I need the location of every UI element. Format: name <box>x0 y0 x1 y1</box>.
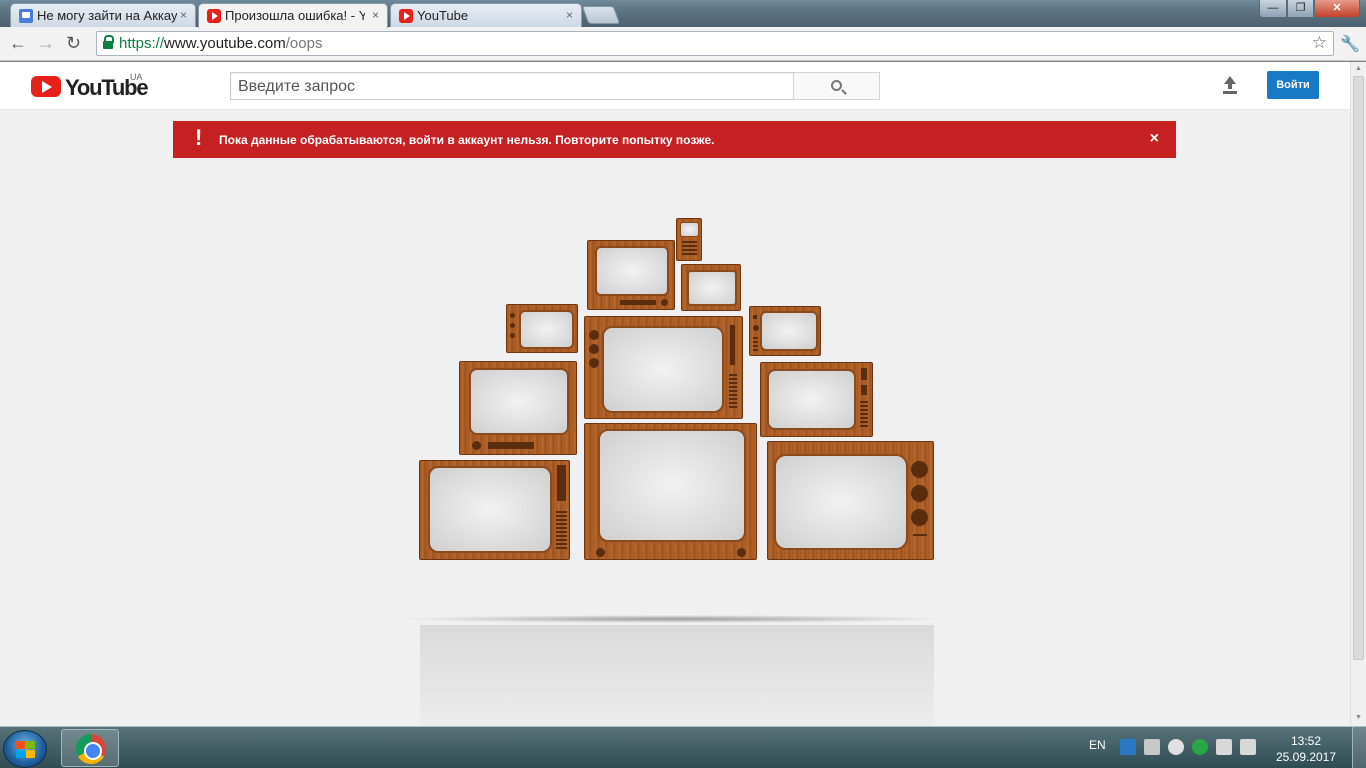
show-desktop-button[interactable] <box>1352 727 1366 768</box>
new-tab-button[interactable] <box>581 6 621 24</box>
taskbar-chrome-button[interactable] <box>61 729 119 767</box>
scrollbar-thumb[interactable] <box>1353 76 1364 660</box>
youtube-icon <box>399 9 413 23</box>
tab-help-forum[interactable]: Не могу зайти на Аккаун × <box>10 3 196 27</box>
forward-button[interactable]: → <box>37 33 55 53</box>
wrench-menu-icon[interactable]: 🔧 <box>1340 34 1360 54</box>
tv-illustration <box>767 441 934 560</box>
tv-illustration <box>749 306 821 356</box>
scroll-up-icon[interactable]: ▲ <box>1355 65 1362 72</box>
clock-date: 25.09.2017 <box>1275 750 1337 764</box>
search-button[interactable] <box>793 72 880 100</box>
volume-icon[interactable] <box>1240 739 1256 755</box>
tab-error-page[interactable]: Произошла ошибка! - You × <box>198 3 388 28</box>
country-code: UA <box>130 72 143 82</box>
tv-illustration <box>760 362 873 437</box>
youtube-play-icon <box>31 76 61 97</box>
close-window-button[interactable]: ✕ <box>1314 0 1360 18</box>
tab-youtube[interactable]: YouTube × <box>390 3 582 27</box>
tab-label: Не могу зайти на Аккаун <box>37 8 177 23</box>
alert-icon: ! <box>195 125 203 150</box>
page-content: YouTube UA Введите запрос Войти ! Пока д… <box>0 62 1350 726</box>
tab-label: Произошла ошибка! - You <box>225 8 365 23</box>
chrome-icon <box>76 734 106 764</box>
bookmark-star-icon[interactable]: ☆ <box>1312 33 1327 53</box>
browser-toolbar: ← → ↻ https://www.youtube.com/oops ☆ 🔧 <box>0 27 1366 61</box>
alert-message: Пока данные обрабатываются, войти в акка… <box>219 133 715 147</box>
youtube-icon <box>207 9 221 23</box>
tv-illustration <box>506 304 578 353</box>
tab-label: YouTube <box>417 8 469 23</box>
tv-illustration <box>681 264 741 311</box>
tv-illustration <box>459 361 577 455</box>
youtube-header: YouTube UA Введите запрос Войти <box>0 62 1350 110</box>
error-alert: ! Пока данные обрабатываются, войти в ак… <box>173 121 1176 158</box>
tv-illustration <box>676 218 702 261</box>
tab-close-icon[interactable]: × <box>372 8 379 22</box>
maximize-button[interactable]: ❐ <box>1287 0 1314 18</box>
language-indicator[interactable]: EN <box>1089 738 1106 752</box>
signin-button[interactable]: Войти <box>1267 71 1319 99</box>
url-host: www.youtube.com <box>164 35 286 52</box>
start-button[interactable] <box>3 730 47 768</box>
tab-close-icon[interactable]: × <box>180 8 187 22</box>
search-input[interactable]: Введите запрос <box>230 72 794 100</box>
tray-app-icon[interactable] <box>1192 739 1208 755</box>
tv-shadow <box>400 615 950 623</box>
search-icon <box>831 80 842 91</box>
tv-illustration <box>584 423 757 560</box>
reload-button[interactable]: ↻ <box>66 33 81 53</box>
clock-time: 13:52 <box>1290 734 1322 748</box>
windows-taskbar <box>0 726 1366 768</box>
browser-titlebar: Не могу зайти на Аккаун × Произошла ошиб… <box>0 0 1366 28</box>
tray-app-icon[interactable] <box>1144 739 1160 755</box>
tv-illustration <box>584 316 743 419</box>
windows-logo-icon <box>16 741 36 758</box>
address-bar[interactable]: https://www.youtube.com/oops ☆ <box>96 31 1334 56</box>
minimize-button[interactable]: — <box>1259 0 1287 18</box>
help-forum-icon <box>19 9 33 23</box>
tab-close-icon[interactable]: × <box>566 8 573 22</box>
url-path: /oops <box>285 35 323 52</box>
lock-icon <box>103 35 114 49</box>
tv-illustration <box>587 240 675 310</box>
tray-app-icon[interactable] <box>1120 739 1136 755</box>
tv-illustration <box>419 460 570 560</box>
alert-close-icon[interactable]: × <box>1150 130 1159 148</box>
upload-icon[interactable] <box>1221 76 1239 94</box>
tv-stack-illustration <box>380 202 970 726</box>
network-icon[interactable] <box>1216 739 1232 755</box>
back-button[interactable]: ← <box>9 33 27 53</box>
url-scheme: https:// <box>119 35 165 52</box>
scroll-down-icon[interactable]: ▼ <box>1355 714 1362 721</box>
tray-app-icon[interactable] <box>1168 739 1184 755</box>
page-scrollbar[interactable]: ▲ ▼ <box>1350 62 1366 726</box>
tv-reflection <box>420 625 934 726</box>
taskbar-clock[interactable]: 13:52 25.09.2017 <box>1270 733 1342 765</box>
